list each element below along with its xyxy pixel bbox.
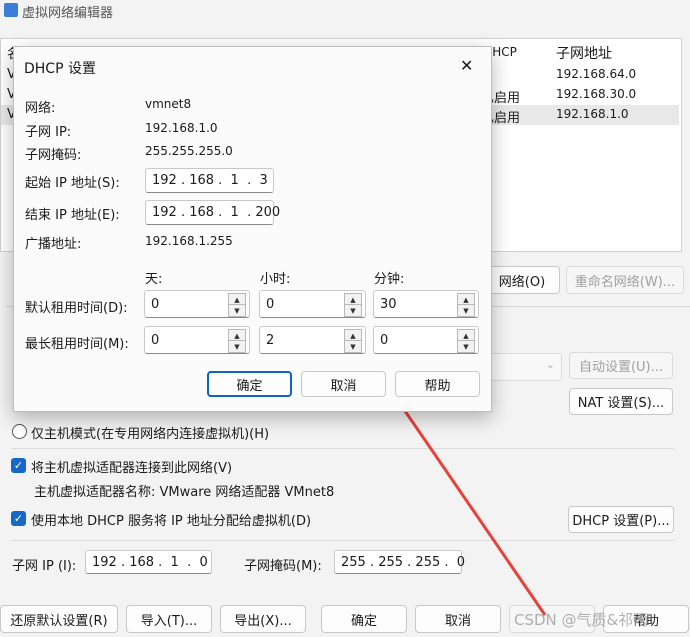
spin-down-icon[interactable]: ▼ xyxy=(457,304,475,317)
max-lease-minutes-spinner[interactable]: 0 ▲ ▼ xyxy=(373,326,479,354)
broadcast-label: 广播地址: xyxy=(25,237,82,252)
spinner-value: 0 xyxy=(151,332,160,348)
subnet-mask-label: 子网掩码: xyxy=(25,148,82,163)
end-ip-label: 结束 IP 地址(E): xyxy=(25,208,120,223)
max-lease-label: 最长租用时间(M): xyxy=(25,337,129,352)
dialog-cancel-button[interactable]: 取消 xyxy=(301,371,386,397)
network-value: vmnet8 xyxy=(145,97,192,111)
subnet-ip-label: 子网 IP: xyxy=(25,125,72,140)
spin-down-icon[interactable]: ▼ xyxy=(228,304,246,317)
max-lease-days-spinner[interactable]: 0 ▲ ▼ xyxy=(144,326,250,354)
col-minutes-label: 分钟: xyxy=(374,272,405,287)
spinner-value: 0 xyxy=(266,296,275,312)
spinner-value: 0 xyxy=(151,296,160,312)
subnet-ip-value: 192.168.1.0 xyxy=(145,121,218,135)
default-lease-label: 默认租用时间(D): xyxy=(25,301,128,316)
dialog-help-button[interactable]: 帮助 xyxy=(395,371,480,397)
dhcp-settings-dialog: DHCP 设置 ✕ 网络: vmnet8 子网 IP: 192.168.1.0 … xyxy=(13,46,492,412)
spinner-value: 30 xyxy=(380,296,397,312)
spinner-value: 0 xyxy=(380,332,389,348)
spin-down-icon[interactable]: ▼ xyxy=(344,340,362,353)
spin-down-icon[interactable]: ▼ xyxy=(228,340,246,353)
close-icon[interactable]: ✕ xyxy=(460,56,473,75)
default-lease-minutes-spinner[interactable]: 30 ▲ ▼ xyxy=(373,290,479,318)
start-ip-label: 起始 IP 地址(S): xyxy=(25,176,120,191)
spin-down-icon[interactable]: ▼ xyxy=(457,340,475,353)
default-lease-days-spinner[interactable]: 0 ▲ ▼ xyxy=(144,290,250,318)
network-label: 网络: xyxy=(25,101,56,116)
dialog-ok-button[interactable]: 确定 xyxy=(207,371,292,397)
col-days-label: 天: xyxy=(145,272,163,287)
start-ip-field[interactable]: 192 . 168 . 1 . 3 xyxy=(145,168,274,193)
dialog-title: DHCP 设置 xyxy=(24,61,96,77)
max-lease-hours-spinner[interactable]: 2 ▲ ▼ xyxy=(259,326,366,354)
end-ip-field[interactable]: 192 . 168 . 1 . 200 xyxy=(145,200,280,225)
col-hours-label: 小时: xyxy=(260,272,291,287)
spinner-value: 2 xyxy=(266,332,275,348)
broadcast-value: 192.168.1.255 xyxy=(145,234,233,248)
default-lease-hours-spinner[interactable]: 0 ▲ ▼ xyxy=(259,290,366,318)
spin-down-icon[interactable]: ▼ xyxy=(344,304,362,317)
subnet-mask-value: 255.255.255.0 xyxy=(145,144,233,158)
